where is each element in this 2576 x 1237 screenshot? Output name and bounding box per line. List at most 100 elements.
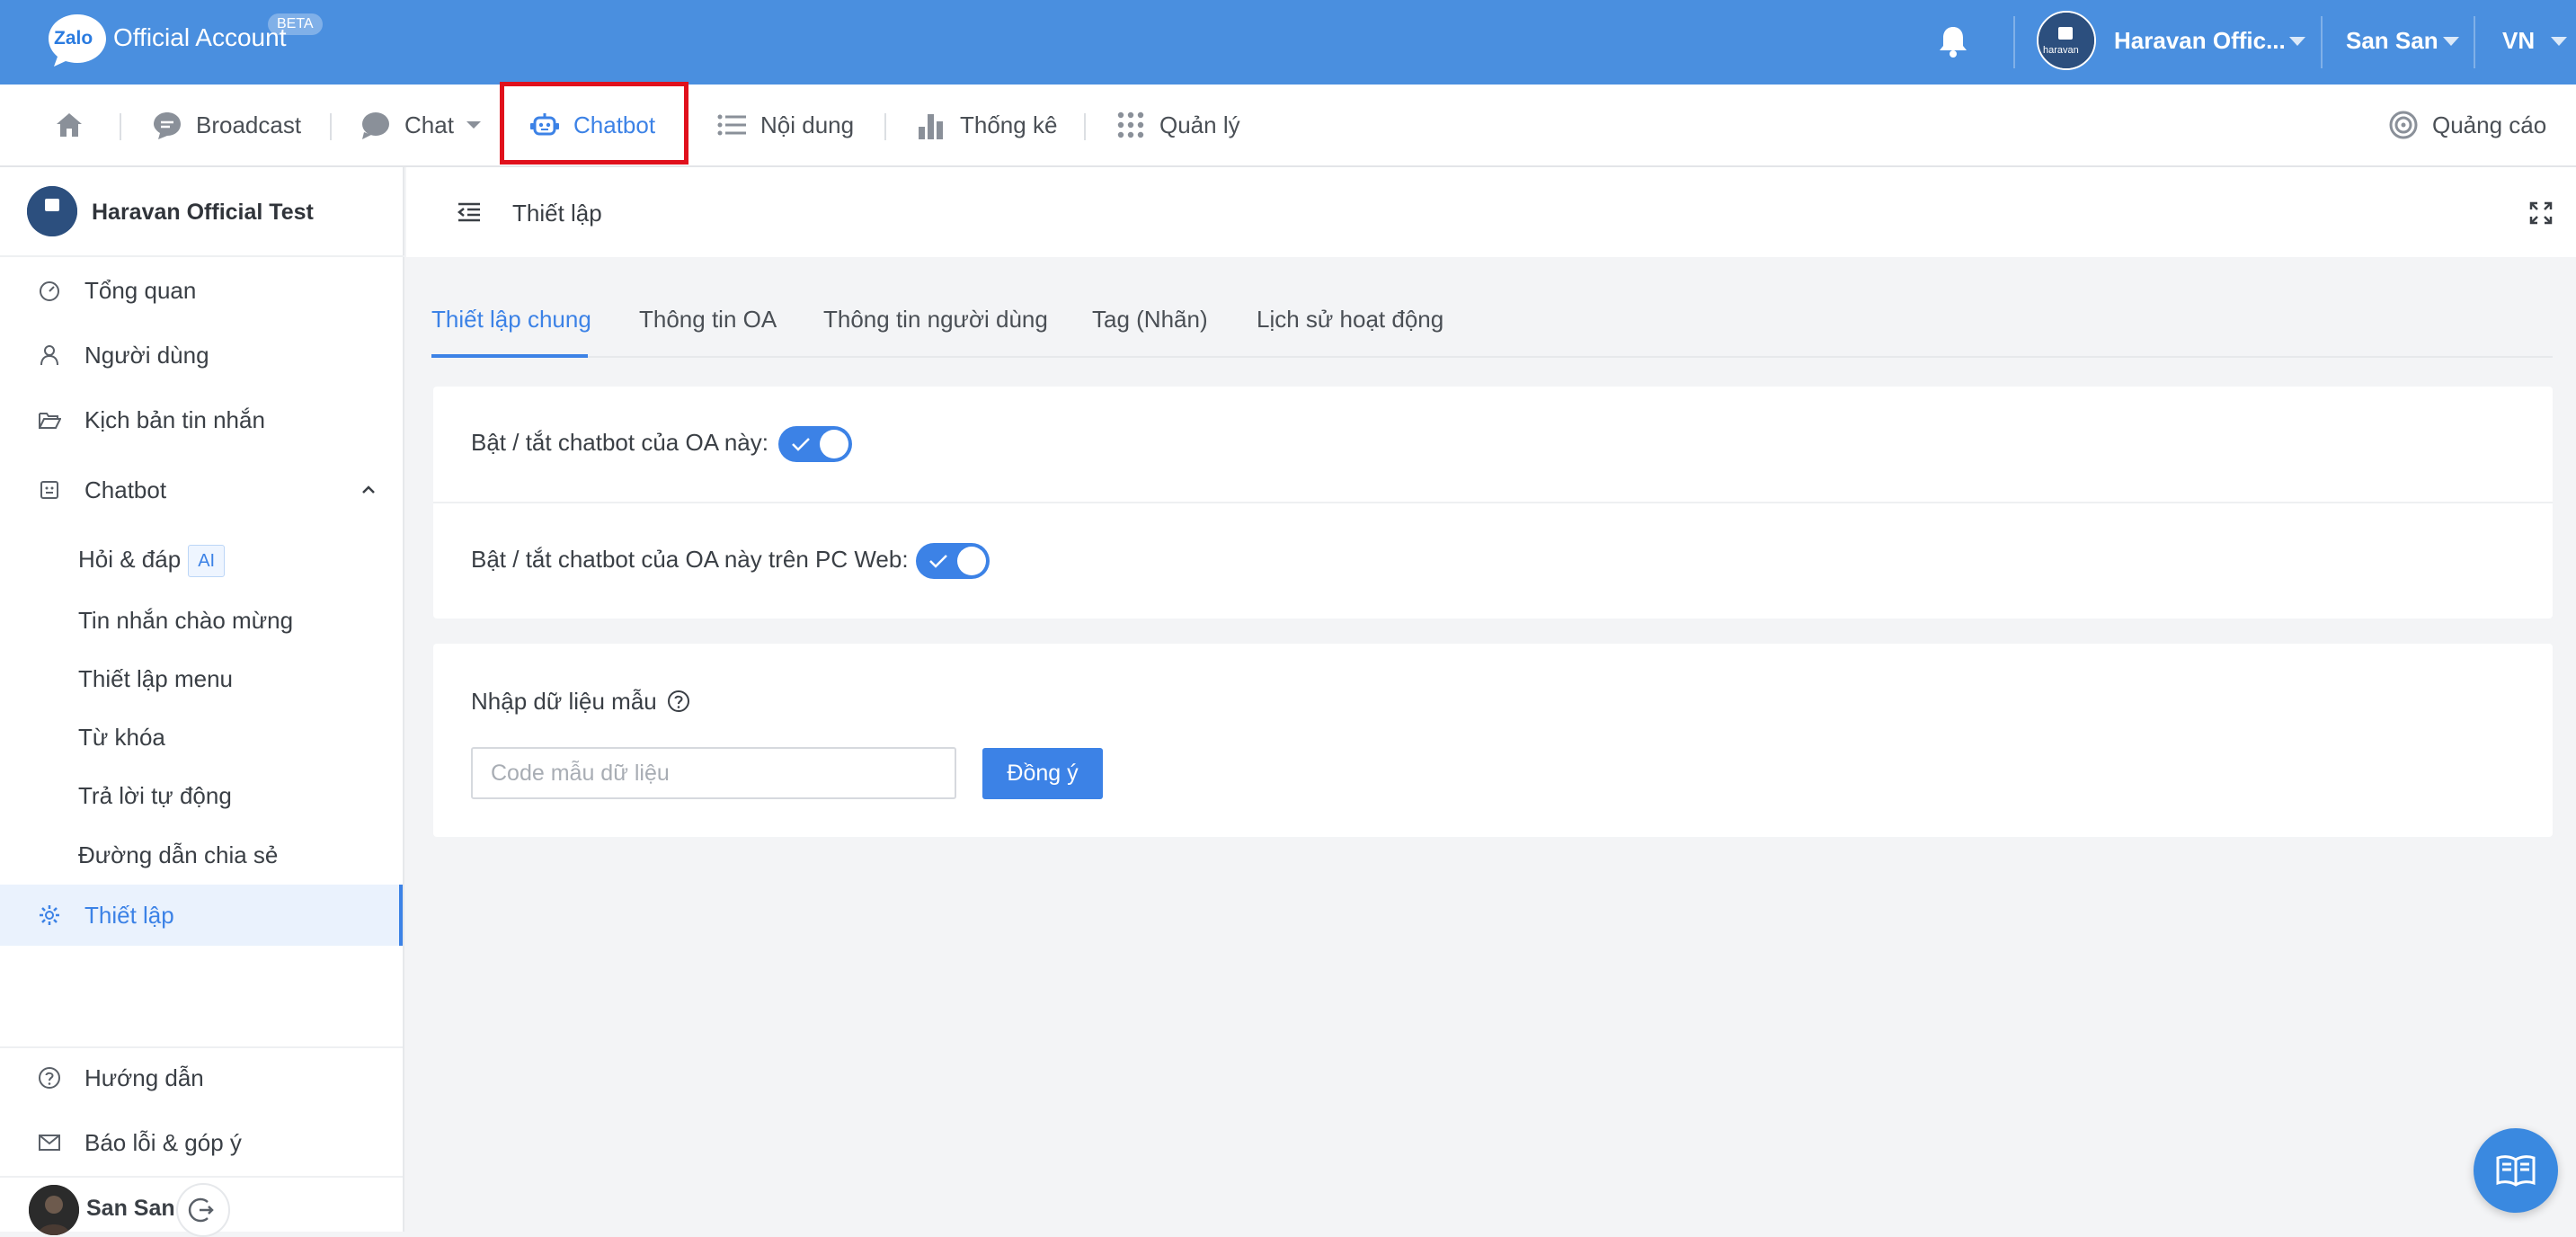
- home-icon: [57, 113, 82, 137]
- sidebar-subitem-label-wrap: Hỏi & đáp AI: [78, 545, 226, 577]
- sidebar-subitem-share-link[interactable]: Đường dẫn chia sẻ: [0, 825, 403, 885]
- import-label-text: Nhập dữ liệu mẫu: [471, 688, 657, 715]
- active-tab-indicator: [431, 354, 588, 358]
- sidebar-item-feedback[interactable]: Báo lỗi & góp ý: [0, 1113, 403, 1172]
- chatbot-toggle-card: [433, 387, 2553, 618]
- nav-label: Nội dung: [760, 111, 855, 138]
- grid-icon: [1117, 111, 1144, 138]
- oa-avatar: [27, 186, 77, 236]
- guide-book-button[interactable]: [2474, 1128, 2558, 1213]
- sidebar-subitem-label: Trả lời tự động: [78, 781, 232, 809]
- beta-badge: BETA: [268, 13, 323, 35]
- import-data-card: [433, 644, 2553, 837]
- gear-icon: [40, 905, 59, 925]
- folder-open-icon: [39, 413, 61, 429]
- sidebar-item-overview[interactable]: Tổng quan: [0, 261, 403, 320]
- caret-down-icon[interactable]: [2551, 37, 2567, 46]
- dashboard-icon: [40, 281, 59, 301]
- bar-chart-icon: [919, 114, 943, 139]
- sidebar-subitem-welcome[interactable]: Tin nhắn chào mừng: [0, 591, 403, 650]
- sidebar-item-users[interactable]: Người dùng: [0, 325, 403, 385]
- nav-content[interactable]: Nội dung: [715, 85, 854, 165]
- zalo-logo-icon[interactable]: Zalo: [47, 13, 108, 68]
- import-label: Nhập dữ liệu mẫu: [471, 688, 690, 716]
- sidebar-subitem-label: Từ khóa: [78, 723, 165, 751]
- chatbot-toggle[interactable]: [778, 426, 852, 462]
- language-selector[interactable]: VN: [2502, 27, 2535, 55]
- nav-divider: [1084, 113, 1086, 140]
- logo-text: Zalo: [54, 28, 93, 49]
- sidebar-item-label: Kịch bản tin nhắn: [84, 405, 265, 433]
- avatar-text: haravan: [2043, 45, 2079, 56]
- nav-label: Broadcast: [196, 111, 302, 138]
- oa-name: Haravan Official Test: [92, 200, 314, 225]
- tab-general[interactable]: Thiết lập chung: [431, 306, 591, 334]
- list-icon: [717, 114, 746, 136]
- check-icon: [929, 555, 947, 568]
- logout-button[interactable]: [176, 1183, 230, 1237]
- tab-activity-log[interactable]: Lịch sử hoạt động: [1257, 306, 1443, 334]
- nav-divider: [884, 113, 886, 140]
- collapse-menu-icon[interactable]: [457, 200, 482, 225]
- sidebar-subitem-qa[interactable]: Hỏi & đáp AI: [0, 531, 403, 591]
- fullscreen-icon[interactable]: [2529, 201, 2553, 225]
- toggle-label: Bật / tắt chatbot của OA này:: [471, 429, 768, 456]
- divider: [2321, 16, 2323, 68]
- sidebar-subitem-keywords[interactable]: Từ khóa: [0, 707, 403, 767]
- agree-button[interactable]: Đồng ý: [982, 748, 1103, 799]
- tab-oa-info[interactable]: Thông tin OA: [639, 306, 777, 334]
- sidebar-item-scripts[interactable]: Kịch bản tin nhắn: [0, 390, 403, 449]
- user-avatar[interactable]: [29, 1185, 79, 1235]
- nav-label: Quảng cáo: [2432, 111, 2547, 138]
- nav-broadcast[interactable]: Broadcast: [151, 85, 301, 165]
- sidebar-item-settings[interactable]: Thiết lập: [0, 885, 403, 946]
- toggle-knob: [820, 430, 848, 458]
- nav-statistics[interactable]: Thống kê: [915, 85, 1057, 165]
- nav-chat[interactable]: Chat: [360, 85, 481, 165]
- sidebar: Haravan Official Test Tổng quan Người dù…: [0, 167, 404, 1232]
- sidebar-item-label: Hướng dẫn: [84, 1063, 204, 1091]
- chatbot-pc-web-toggle[interactable]: [916, 543, 990, 579]
- broadcast-icon: [154, 112, 181, 139]
- sidebar-user-name: San San: [86, 1196, 175, 1221]
- highlight-box: [500, 82, 688, 165]
- tab-user-info[interactable]: Thông tin người dùng: [823, 306, 1048, 334]
- top-bar: Zalo Official Account BETA haravan Harav…: [0, 0, 2576, 85]
- sidebar-subitem-label: Hỏi & đáp: [78, 545, 182, 573]
- oa-header[interactable]: Haravan Official Test: [0, 167, 404, 257]
- help-icon[interactable]: [667, 690, 690, 713]
- sidebar-subitem-menu[interactable]: Thiết lập menu: [0, 649, 403, 708]
- mail-icon: [39, 1135, 60, 1151]
- sidebar-item-label: Người dùng: [84, 341, 209, 369]
- sidebar-item-chatbot[interactable]: Chatbot: [0, 460, 403, 520]
- notification-bell-icon[interactable]: [1935, 23, 1971, 59]
- brand-name: Official Account: [113, 23, 287, 51]
- sample-code-input[interactable]: [471, 747, 956, 799]
- tab-tags[interactable]: Tag (Nhãn): [1092, 306, 1208, 334]
- help-icon: [39, 1067, 60, 1089]
- sidebar-item-label: Tổng quan: [84, 276, 197, 304]
- caret-down-icon[interactable]: [2289, 37, 2305, 46]
- sidebar-item-help[interactable]: Hướng dẫn: [0, 1048, 403, 1108]
- caret-down-icon[interactable]: [2443, 37, 2459, 46]
- toggle-label: Bật / tắt chatbot của OA này trên PC Web…: [471, 546, 909, 573]
- nav-manage[interactable]: Quản lý: [1115, 85, 1240, 165]
- nav-divider: [120, 113, 121, 140]
- nav-label: Quản lý: [1159, 111, 1240, 138]
- nav-label: Chat: [404, 111, 454, 138]
- toggle-knob: [957, 547, 986, 575]
- settings-tabs: Thiết lập chung Thông tin OA Thông tin n…: [431, 297, 2553, 358]
- nav-ads[interactable]: Quảng cáo: [2387, 85, 2546, 165]
- sidebar-item-label: Thiết lập: [84, 901, 174, 929]
- account-name[interactable]: Haravan Offic...: [2114, 27, 2286, 55]
- page-title: Thiết lập: [512, 200, 602, 227]
- nav-home[interactable]: [54, 85, 84, 165]
- account-avatar[interactable]: haravan: [2037, 11, 2096, 70]
- sidebar-divider: [0, 1176, 403, 1178]
- sidebar-subitem-label: Tin nhắn chào mừng: [78, 606, 294, 634]
- sidebar-subitem-auto-reply[interactable]: Trả lời tự động: [0, 766, 403, 825]
- ai-badge: AI: [188, 545, 226, 577]
- main-nav: Broadcast Chat Chatbot Nội dung Thống kê…: [0, 85, 2576, 167]
- user-name[interactable]: San San: [2346, 27, 2438, 55]
- divider: [2013, 16, 2015, 68]
